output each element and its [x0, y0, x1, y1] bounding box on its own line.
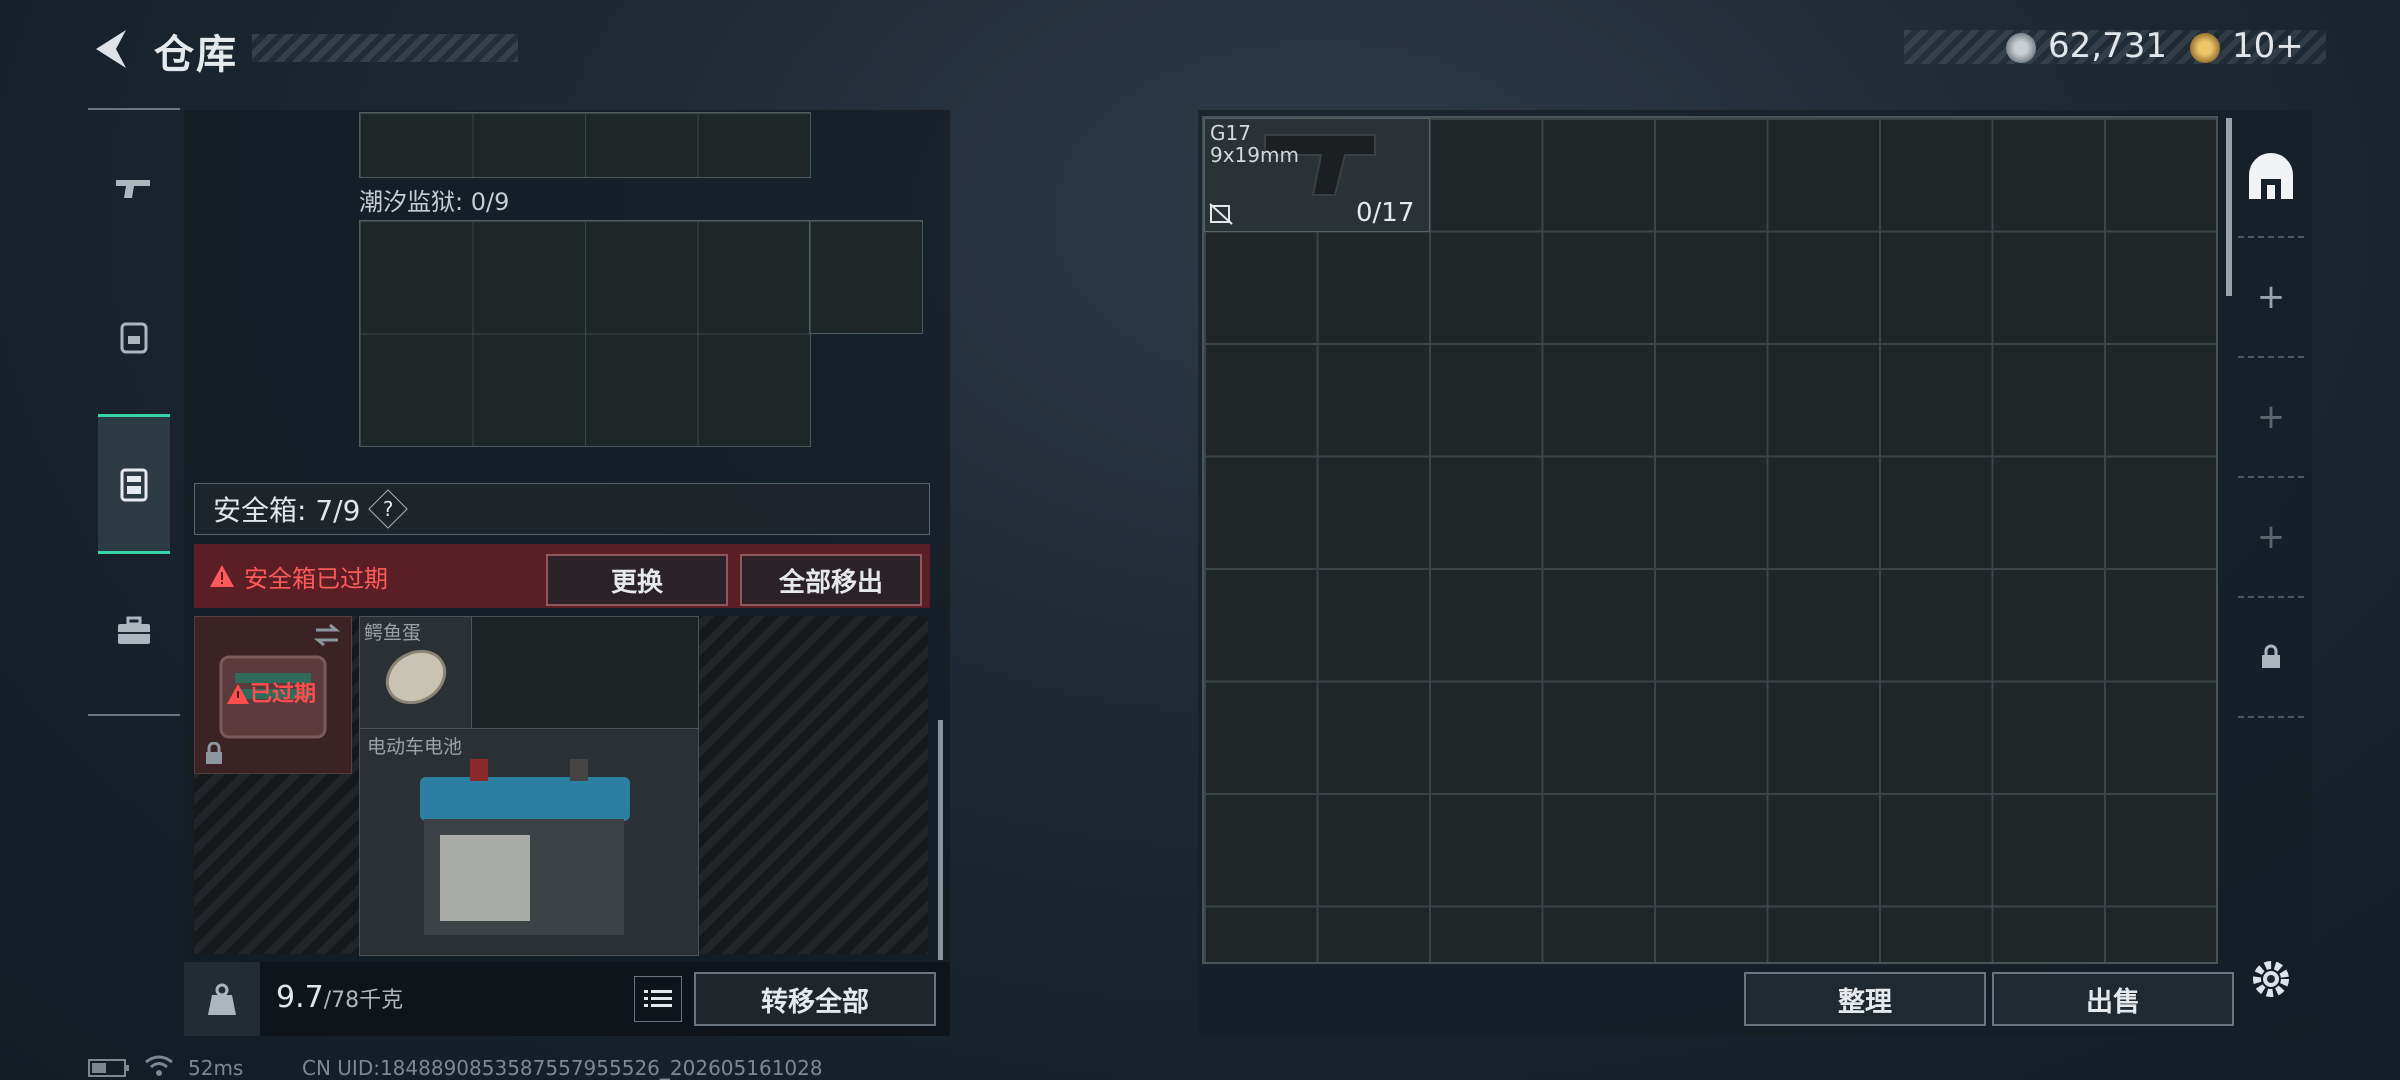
plus-icon: + — [2256, 397, 2286, 437]
back-arrow-icon — [96, 30, 126, 68]
settings-button[interactable] — [2246, 954, 2296, 1004]
remove-all-button[interactable]: 全部移出 — [740, 554, 922, 606]
battery-status-icon — [88, 1059, 129, 1077]
gold-coin-icon — [2190, 33, 2220, 63]
ping-value: 52ms — [188, 1056, 244, 1080]
stash-scrollbar[interactable] — [2226, 118, 2232, 296]
item-slot-empty[interactable] — [471, 616, 699, 730]
stash-home-icon — [2249, 153, 2293, 199]
warning-text: 安全箱已过期 — [244, 564, 388, 593]
transfer-all-button[interactable]: 转移全部 — [694, 972, 936, 1026]
item-name-g17: G17 9x19mm — [1210, 122, 1299, 166]
back-button[interactable] — [86, 24, 134, 74]
item-slot-battery[interactable] — [359, 728, 699, 956]
no-magazine-icon — [1209, 203, 1233, 225]
stash-grid[interactable] — [1202, 116, 2218, 964]
weight-icon — [208, 983, 236, 1015]
weight-current: 9.7 — [276, 980, 324, 1015]
g17-ammo-count: 0/17 — [1356, 198, 1415, 228]
help-icon[interactable]: ? — [368, 489, 409, 529]
stash-tab-locked[interactable] — [2238, 598, 2304, 718]
expired-badge: 已过期 — [250, 682, 317, 707]
lock-icon — [206, 742, 222, 764]
toolbox-icon — [118, 616, 150, 644]
tab-backpack[interactable] — [90, 276, 178, 396]
silver-coin-icon — [2006, 33, 2036, 63]
weight-max: /78千克 — [323, 988, 404, 1013]
backpack-icon — [120, 322, 148, 354]
stash-tab-add-1[interactable]: + — [2238, 238, 2304, 358]
currency-gold-value: 10+ — [2232, 26, 2304, 66]
replace-button[interactable]: 更换 — [546, 554, 728, 606]
safe-case-icon — [120, 468, 148, 502]
container-grid[interactable] — [359, 220, 811, 447]
container-grid-extra[interactable] — [809, 220, 923, 334]
expired-warning-icon — [227, 684, 249, 704]
sort-button[interactable]: 整理 — [1744, 972, 1986, 1026]
container-label: 潮汐监狱: 0/9 — [359, 188, 510, 216]
container-grid-top[interactable] — [359, 112, 811, 178]
item-name-battery: 电动车电池 — [367, 736, 463, 758]
inventory-scrollbar[interactable] — [938, 720, 943, 960]
uid-text: CN UID:1848890853587557955526_2026051610… — [302, 1056, 823, 1080]
list-view-button[interactable] — [634, 976, 682, 1022]
sell-button[interactable]: 出售 — [1992, 972, 2234, 1026]
tab-weapons[interactable] — [90, 130, 178, 250]
g17-caliber: 9x19mm — [1210, 143, 1299, 167]
tab-safe-case[interactable] — [98, 414, 170, 554]
stash-tab-main[interactable] — [2238, 118, 2304, 238]
weight-icon-box — [184, 962, 260, 1036]
battery-image — [420, 759, 630, 935]
page-title: 仓库 — [154, 32, 238, 78]
gear-icon — [2253, 961, 2289, 997]
currency-silver-value: 62,731 — [2048, 26, 2167, 66]
lock-icon — [2262, 644, 2280, 668]
stash-tab-add-2[interactable]: + — [2238, 358, 2304, 478]
safe-box-header: 安全箱: 7/9 ? — [194, 483, 930, 535]
plus-icon: + — [2256, 517, 2286, 557]
pistol-icon — [116, 180, 150, 198]
wifi-icon — [145, 1055, 173, 1076]
title-decoration — [252, 34, 518, 62]
tab-toolbox[interactable] — [90, 572, 178, 692]
swap-icon[interactable] — [312, 622, 342, 648]
weight-value: 9.7/78千克 — [276, 980, 403, 1015]
list-icon — [644, 990, 672, 1007]
safe-box-title: 安全箱: 7/9 — [213, 494, 361, 527]
plus-icon: + — [2256, 277, 2286, 317]
warning-icon — [210, 565, 234, 587]
item-name-crocodile-egg: 鳄鱼蛋 — [364, 622, 422, 644]
stash-tab-add-3[interactable]: + — [2238, 478, 2304, 598]
g17-name: G17 — [1210, 121, 1251, 145]
